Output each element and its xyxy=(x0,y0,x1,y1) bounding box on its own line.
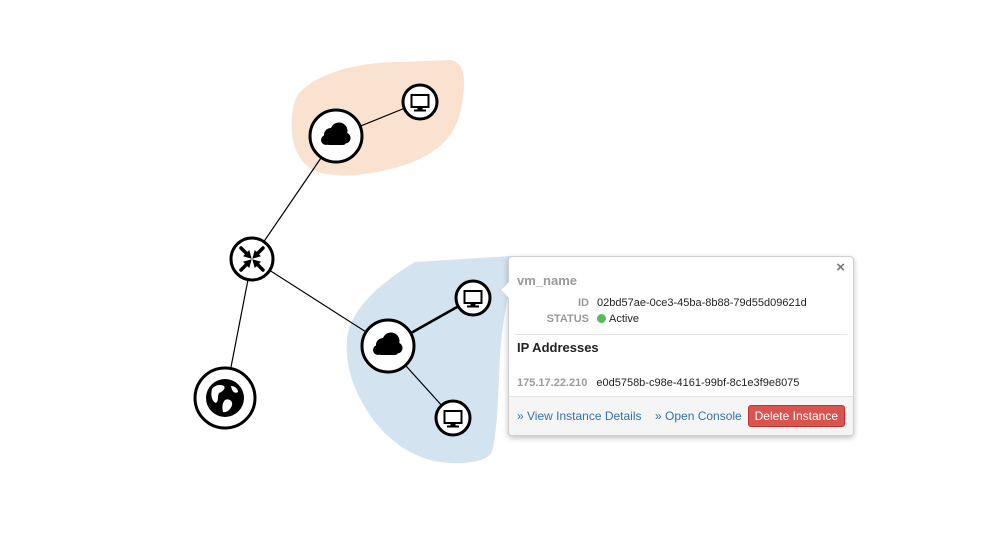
popup-arrow xyxy=(500,281,509,299)
status-active-icon xyxy=(597,314,606,323)
delete-instance-button[interactable]: Delete Instance xyxy=(747,405,845,427)
instance-status-row: STATUS Active xyxy=(509,313,639,325)
network-2-instance-node[interactable] xyxy=(434,399,472,437)
network-2-cloud-node[interactable] xyxy=(360,318,416,374)
popup-footer: » View Instance Details » Open Console D… xyxy=(509,396,853,435)
instance-details-popup: × vm_name ID 02bd57ae-0ce3-45ba-8b88-79d5… xyxy=(500,256,854,436)
ip-addresses-heading: IP Addresses xyxy=(517,340,599,355)
network-1-cloud-node[interactable] xyxy=(308,108,364,164)
instance-id-label: ID xyxy=(578,297,589,309)
globe-icon xyxy=(206,379,244,417)
instance-id-row: ID 02bd57ae-0ce3-45ba-8b88-79d55d09621d xyxy=(509,297,807,309)
external-network-node[interactable] xyxy=(193,366,257,430)
network-1-instance-node[interactable] xyxy=(401,83,439,121)
router-node[interactable] xyxy=(229,236,275,282)
open-console-link[interactable]: » Open Console xyxy=(655,409,742,423)
close-icon[interactable]: × xyxy=(836,260,845,276)
instance-status-label: STATUS xyxy=(546,313,589,325)
instance-status-value: Active xyxy=(609,313,639,325)
divider xyxy=(515,334,847,335)
network-2-instance-selected-node[interactable] xyxy=(454,279,492,317)
ip-address-row: 175.17.22.210 e0d5758b-c98e-4161-99bf-8c1… xyxy=(517,377,799,389)
view-instance-details-link[interactable]: » View Instance Details xyxy=(517,409,642,423)
instance-id-value: 02bd57ae-0ce3-45ba-8b88-79d55d09621d xyxy=(597,297,807,309)
ip-address: 175.17.22.210 xyxy=(517,377,588,389)
instance-name: vm_name xyxy=(517,273,577,288)
port-id: e0d5758b-c98e-4161-99bf-8c1e3f9e8075 xyxy=(596,377,800,389)
